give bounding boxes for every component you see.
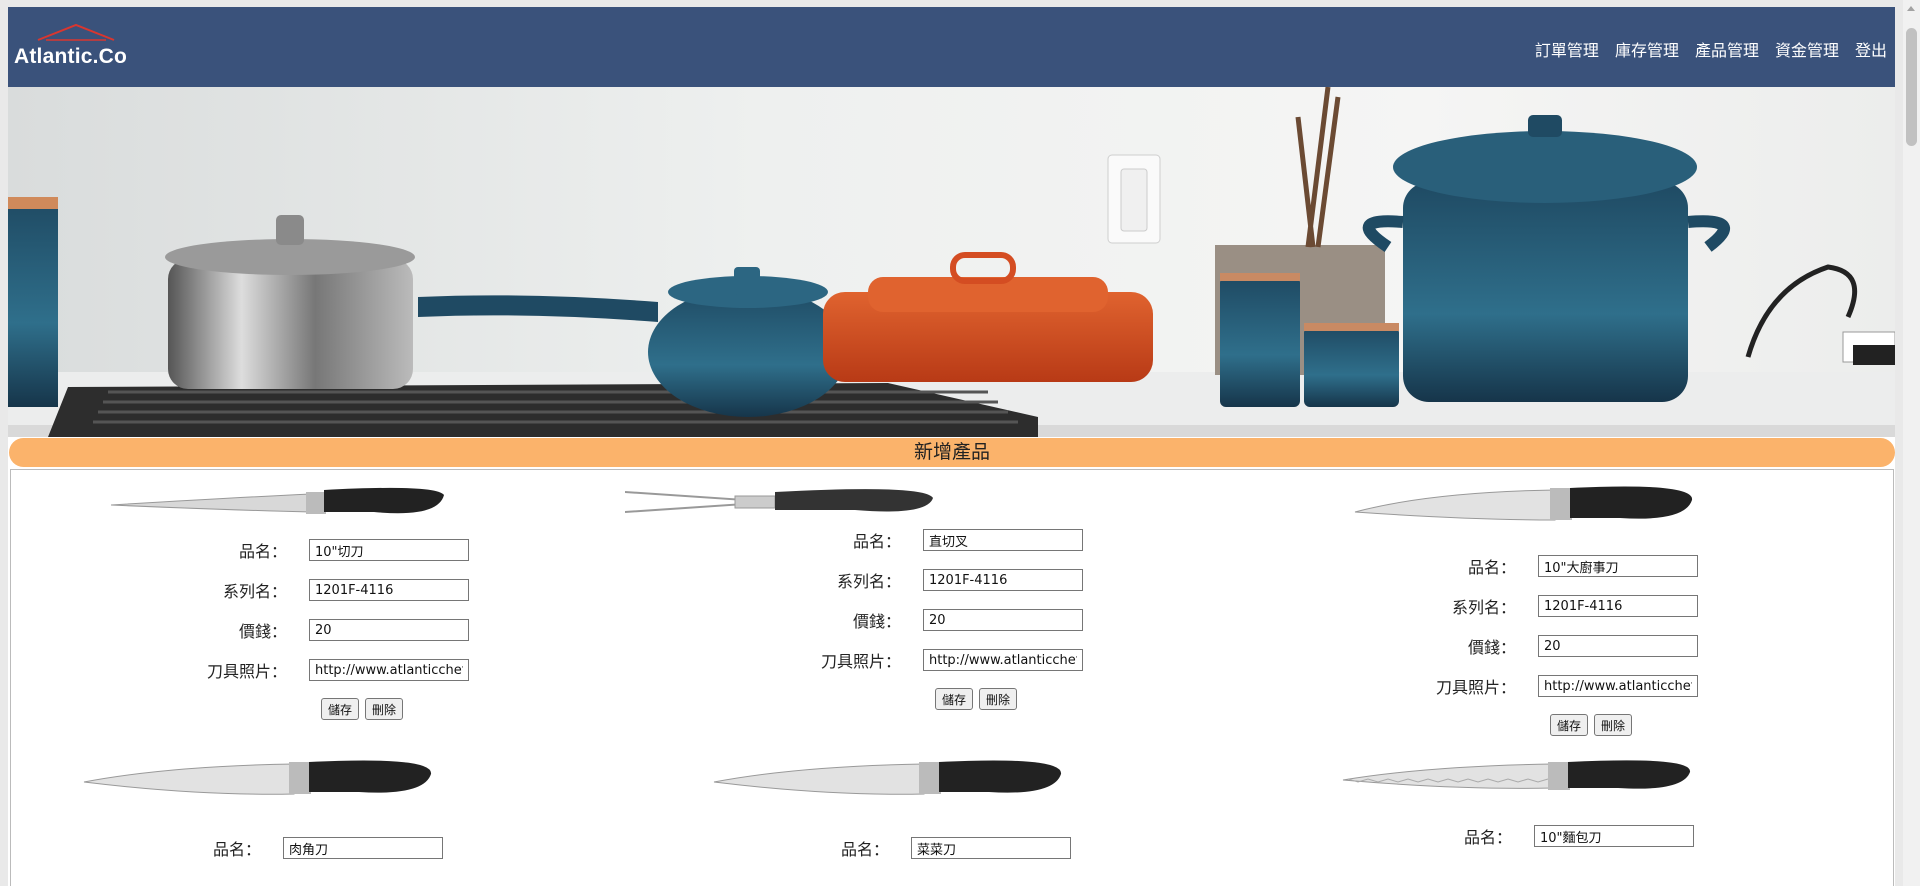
name-label: 品名： (840, 840, 889, 859)
product-price-input[interactable] (923, 609, 1083, 631)
photo-label: 刀具照片： (206, 662, 287, 681)
page-frame: Atlantic.Co 訂單管理 庫存管理 產品管理 資金管理 登出 新增產品 … (8, 7, 1895, 886)
brand-logo[interactable]: Atlantic.Co (14, 23, 134, 73)
product-series-input[interactable] (309, 579, 469, 601)
price-label: 價錢： (238, 622, 287, 641)
add-product-button[interactable]: 新增產品 (9, 438, 1895, 467)
scroll-thumb[interactable] (1906, 28, 1917, 146)
series-label: 系列名： (222, 582, 287, 601)
product-name-input[interactable] (283, 837, 443, 859)
scroll-up-arrow-icon[interactable] (1907, 6, 1915, 11)
name-label: 品名： (852, 532, 901, 551)
product-name-input[interactable] (911, 837, 1071, 859)
product-price-input[interactable] (1538, 635, 1698, 657)
delete-button[interactable]: 刪除 (979, 688, 1018, 710)
main-nav: 訂單管理 庫存管理 產品管理 資金管理 登出 (1535, 37, 1887, 61)
name-label: 品名： (1463, 828, 1512, 847)
product-photo-input[interactable] (1538, 675, 1698, 697)
save-button[interactable]: 儲存 (935, 688, 974, 710)
vertical-scrollbar[interactable] (1903, 0, 1920, 886)
slicer-knife-image (110, 487, 444, 514)
product-name-input[interactable] (923, 529, 1083, 551)
top-navbar: Atlantic.Co 訂單管理 庫存管理 產品管理 資金管理 登出 (8, 7, 1895, 87)
nav-product-management[interactable]: 產品管理 (1695, 37, 1759, 61)
name-label: 品名： (1467, 558, 1516, 577)
carving-fork-image (625, 489, 933, 513)
product-name-input[interactable] (1534, 825, 1694, 847)
delete-button[interactable]: 刪除 (365, 698, 404, 720)
nav-finance-management[interactable]: 資金管理 (1775, 37, 1839, 61)
bread-knife-image (1342, 760, 1691, 790)
save-button[interactable]: 儲存 (321, 698, 360, 720)
product-grid: 品名： 系列名： 價錢： 刀具照片： 儲存 刪除 (10, 469, 1894, 886)
chef-knife-image (1354, 486, 1693, 521)
series-label: 系列名： (1451, 598, 1516, 617)
product-series-input[interactable] (1538, 595, 1698, 617)
delete-button[interactable]: 刪除 (1594, 714, 1633, 736)
name-label: 品名： (238, 542, 287, 561)
name-label: 品名： (212, 840, 261, 859)
chef-knife-image (83, 760, 432, 795)
product-series-input[interactable] (923, 569, 1083, 591)
price-label: 價錢： (1467, 638, 1516, 657)
nav-order-management[interactable]: 訂單管理 (1535, 37, 1599, 61)
product-price-input[interactable] (309, 619, 469, 641)
series-label: 系列名： (836, 572, 901, 591)
hero-banner-image (8, 87, 1895, 437)
nav-logout[interactable]: 登出 (1855, 37, 1887, 61)
product-photo-input[interactable] (309, 659, 469, 681)
photo-label: 刀具照片： (1435, 678, 1516, 697)
product-name-input[interactable] (309, 539, 469, 561)
chef-knife-image (713, 760, 1062, 795)
product-photo-input[interactable] (923, 649, 1083, 671)
save-button[interactable]: 儲存 (1550, 714, 1589, 736)
nav-inventory-management[interactable]: 庫存管理 (1615, 37, 1679, 61)
roof-icon (37, 23, 115, 41)
product-name-input[interactable] (1538, 555, 1698, 577)
photo-label: 刀具照片： (820, 652, 901, 671)
brand-name: Atlantic.Co (14, 45, 128, 68)
price-label: 價錢： (852, 612, 901, 631)
